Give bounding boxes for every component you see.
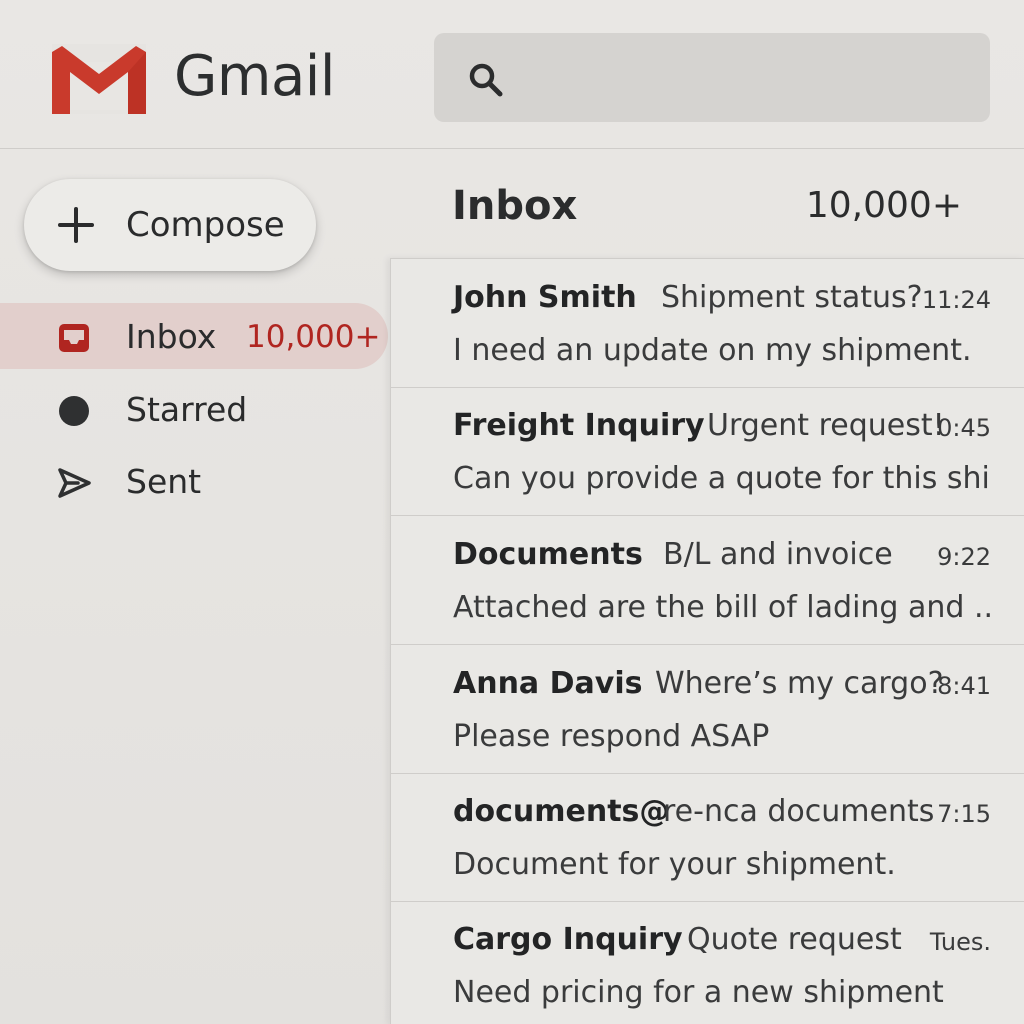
compose-label: Compose xyxy=(126,205,285,245)
email-row[interactable]: Anna Davis Where’s my cargo? 8:41 Please… xyxy=(391,645,1024,774)
sidebar-item-sent[interactable]: Sent xyxy=(0,448,388,514)
email-snippet: I need an update on my shipment. xyxy=(453,333,972,368)
email-snippet: Attached are the bill of lading and ... xyxy=(453,590,993,625)
sidebar-item-label: Inbox xyxy=(126,317,217,356)
email-subject: Where’s my cargo? xyxy=(655,666,944,701)
app-title: Gmail xyxy=(174,44,335,109)
sidebar-item-label: Sent xyxy=(126,462,202,501)
plus-icon xyxy=(58,207,94,243)
email-sender: Freight Inquiry xyxy=(453,408,705,443)
gmail-logo[interactable] xyxy=(52,44,146,114)
header: Gmail xyxy=(0,0,1024,149)
email-snippet: Can you provide a quote for this shi... xyxy=(453,461,993,496)
email-snippet: Document for your shipment. xyxy=(453,847,896,882)
email-sender: Anna Davis xyxy=(453,666,643,701)
inbox-icon xyxy=(59,324,89,352)
sidebar-item-inbox[interactable]: Inbox 10,000+ xyxy=(0,303,388,369)
email-row[interactable]: Documents B/L and invoice 9:22 Attached … xyxy=(391,516,1024,645)
email-sender: Cargo Inquiry xyxy=(453,922,683,957)
email-time: 0:45 xyxy=(937,414,991,442)
star-dot-icon xyxy=(59,396,89,426)
email-subject: Urgent request! xyxy=(707,408,945,443)
email-time: 11:24 xyxy=(921,286,991,314)
email-time: 8:41 xyxy=(937,672,991,700)
email-subject: Quote request xyxy=(687,922,902,957)
email-row[interactable]: John Smith Shipment status? 11:24 I need… xyxy=(391,259,1024,388)
message-count: 10,000+ xyxy=(805,185,962,226)
email-sender: Documents xyxy=(453,537,643,572)
unread-count-badge: 10,000+ xyxy=(246,319,381,355)
email-sender: documents@ xyxy=(453,794,670,829)
compose-button[interactable]: Compose xyxy=(24,179,316,271)
email-time: Tues. xyxy=(929,928,991,956)
email-snippet: Need pricing for a new shipment xyxy=(453,975,944,1010)
email-subject: Shipment status? xyxy=(661,280,923,315)
email-row[interactable]: Freight Inquiry Urgent request! 0:45 Can… xyxy=(391,387,1024,516)
page-title: Inbox xyxy=(452,183,578,229)
email-subject: re-nca documents xyxy=(663,794,935,829)
email-row[interactable]: Cargo Inquiry Quote request Tues. Need p… xyxy=(391,901,1024,1024)
email-time: 9:22 xyxy=(937,543,991,571)
sidebar-item-label: Starred xyxy=(126,390,248,429)
gmail-app: Gmail Compose Inbox 10,000+ Starred Sent… xyxy=(0,0,1024,1024)
sidebar-item-starred[interactable]: Starred xyxy=(0,376,388,442)
email-sender: John Smith xyxy=(453,280,637,315)
email-time: 7:15 xyxy=(937,800,991,828)
email-subject: B/L and invoice xyxy=(663,537,893,572)
search-icon[interactable] xyxy=(466,60,506,100)
send-icon xyxy=(58,468,91,498)
email-list: John Smith Shipment status? 11:24 I need… xyxy=(390,258,1024,1024)
email-row[interactable]: documents@ re-nca documents 7:15 Documen… xyxy=(391,773,1024,902)
search-input[interactable] xyxy=(520,50,974,108)
email-snippet: Please respond ASAP xyxy=(453,719,770,754)
